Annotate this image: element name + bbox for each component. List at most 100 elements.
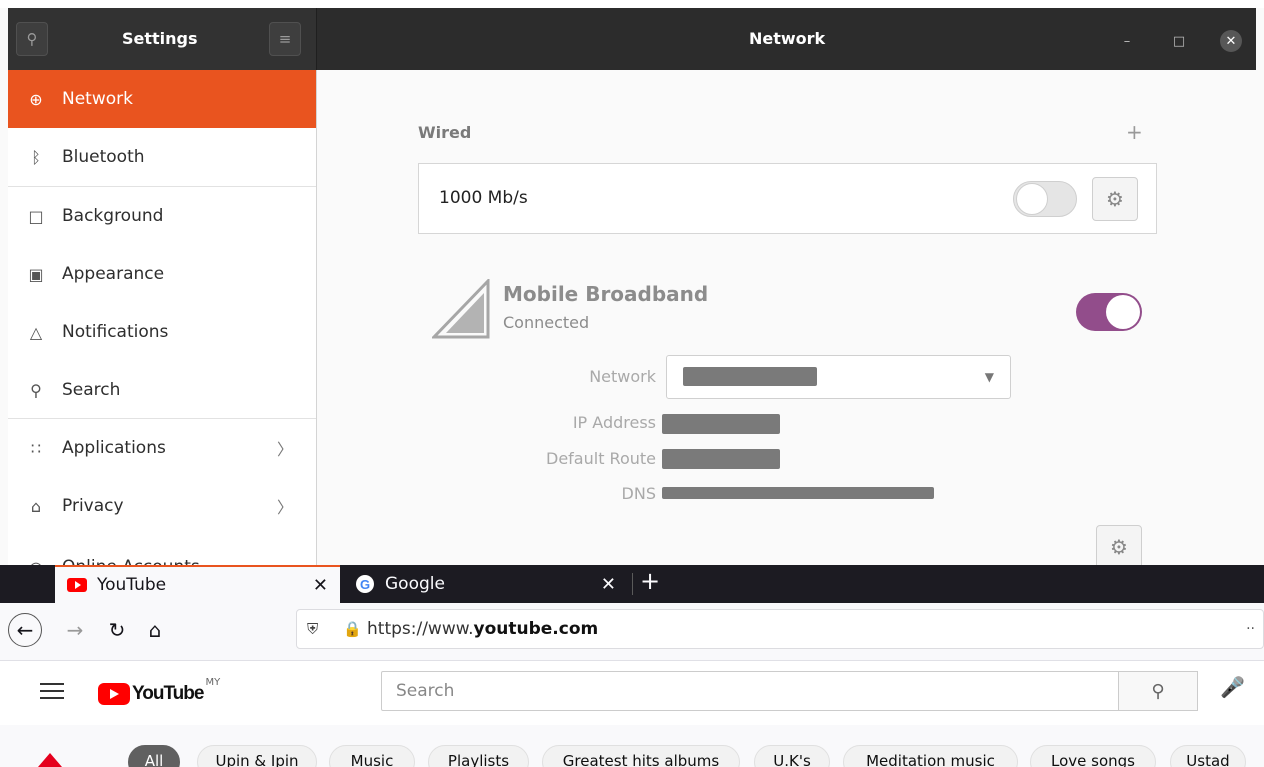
- sidebar-item-label: Search: [62, 380, 121, 400]
- settings-titlebar: ⚲ Settings ≡ Network – □ ✕: [8, 8, 1256, 70]
- sidebar-item-network[interactable]: ⊕ Network: [8, 70, 316, 128]
- youtube-logo[interactable]: YouTube MY: [98, 677, 220, 705]
- chip-all[interactable]: All: [128, 745, 180, 767]
- hamburger-menu-icon[interactable]: [40, 683, 64, 701]
- apps-grid-icon: ∷: [30, 438, 42, 458]
- chevron-right-icon: 〉: [276, 498, 293, 517]
- sidebar-item-label: Bluetooth: [62, 147, 145, 167]
- tab-youtube[interactable]: YouTube ✕: [55, 565, 340, 603]
- minimize-icon: –: [1123, 33, 1131, 49]
- navigation-toolbar: ← → ↻ ⌂ ⛨ 🔒 https://www.youtube.com ··: [0, 603, 1264, 661]
- add-connection-button[interactable]: +: [1126, 120, 1143, 144]
- search-icon: ⚲: [1151, 680, 1165, 702]
- search-icon: ⚲: [26, 30, 38, 48]
- chip-bar: All Upin & Ipin Music Playlists Greatest…: [0, 737, 1264, 767]
- sidebar-item-privacy[interactable]: ⌂ Privacy 〉: [8, 477, 316, 535]
- url-text: https://www.youtube.com: [367, 619, 598, 639]
- arrow-left-icon: ←: [16, 618, 34, 642]
- chip-upin-ipin[interactable]: Upin & Ipin: [197, 745, 317, 767]
- mobile-broadband-title: Mobile Broadband: [503, 282, 709, 306]
- dns-label: DNS: [621, 484, 656, 503]
- network-select[interactable]: ▼: [666, 355, 1011, 399]
- sidebar-item-label: Appearance: [62, 264, 165, 284]
- more-icon[interactable]: ··: [1246, 621, 1255, 637]
- sidebar-item-appearance[interactable]: ▣ Appearance: [8, 245, 316, 303]
- search-input[interactable]: Search: [381, 671, 1119, 711]
- back-button[interactable]: ←: [8, 613, 42, 647]
- redacted-ip: [662, 414, 780, 434]
- appearance-icon: ▣: [28, 264, 44, 284]
- close-button[interactable]: ✕: [1220, 30, 1242, 52]
- chip-ustad[interactable]: Ustad: [1170, 745, 1246, 767]
- minimize-button[interactable]: –: [1116, 30, 1138, 52]
- home-button[interactable]: ⌂: [140, 613, 170, 647]
- dropdown-arrow-icon: ▼: [984, 370, 994, 384]
- forward-button[interactable]: →: [60, 613, 90, 647]
- url-domain: youtube.com: [473, 619, 599, 639]
- sidebar-item-label: Privacy: [62, 496, 124, 516]
- sidebar-item-notifications[interactable]: △ Notifications: [8, 303, 316, 361]
- maximize-icon: □: [1172, 33, 1186, 49]
- sidebar-item-label: Network: [62, 89, 133, 109]
- network-panel: Wired + 1000 Mb/s ⚙ Mobile Broadband Con…: [318, 70, 1256, 569]
- mobile-settings-button[interactable]: ⚙: [1096, 525, 1142, 569]
- hamburger-menu-icon: ≡: [278, 30, 292, 48]
- sidebar-item-online-accounts[interactable]: ○ Online Accounts: [8, 538, 316, 566]
- wired-section-label: Wired: [418, 123, 472, 142]
- sidebar-item-label: Applications: [62, 438, 166, 458]
- page-title: Network: [749, 29, 826, 48]
- wired-toggle[interactable]: [1013, 181, 1077, 217]
- arrow-right-icon: →: [66, 618, 84, 642]
- lock-icon: ⌂: [30, 496, 42, 516]
- mobile-broadband-status: Connected: [503, 313, 590, 332]
- search-icon: ⚲: [30, 380, 42, 400]
- google-favicon: G: [355, 575, 375, 593]
- top-band: [0, 0, 1264, 8]
- url-bar[interactable]: ⛨ 🔒 https://www.youtube.com ··: [296, 609, 1264, 649]
- sidebar-item-search[interactable]: ⚲ Search: [8, 361, 316, 419]
- wired-settings-button[interactable]: ⚙: [1092, 177, 1138, 221]
- chip-music[interactable]: Music: [329, 745, 415, 767]
- globe-icon: ⊕: [29, 89, 43, 109]
- search-button[interactable]: ⚲: [16, 22, 48, 56]
- redacted-dns: [662, 487, 934, 499]
- url-prefix: https://www.: [367, 619, 474, 639]
- close-tab-icon[interactable]: ✕: [601, 574, 616, 595]
- reload-button[interactable]: ↻: [102, 613, 132, 647]
- firefox-window: YouTube ✕ G Google ✕ + ← → ↻ ⌂ ⛨ 🔒 https…: [0, 565, 1264, 767]
- chip-playlists[interactable]: Playlists: [428, 745, 529, 767]
- accounts-icon: ○: [26, 558, 46, 566]
- new-tab-button[interactable]: +: [640, 567, 660, 595]
- search-button[interactable]: ⚲: [1118, 671, 1198, 711]
- maximize-button[interactable]: □: [1168, 30, 1190, 52]
- chip-greatest-hits[interactable]: Greatest hits albums: [542, 745, 740, 767]
- default-route-label: Default Route: [546, 449, 656, 468]
- wired-connection-row: 1000 Mb/s ⚙: [418, 163, 1157, 234]
- wired-speed: 1000 Mb/s: [439, 188, 528, 208]
- search-placeholder: Search: [396, 681, 455, 701]
- sidebar-item-background[interactable]: □ Background: [8, 187, 316, 245]
- shield-icon: ⛨: [307, 620, 319, 638]
- sidebar-item-bluetooth[interactable]: ᛒ Bluetooth: [8, 128, 316, 186]
- chip-meditation[interactable]: Meditation music: [843, 745, 1018, 767]
- sidebar-item-label: Background: [62, 206, 164, 226]
- mobile-broadband-toggle[interactable]: [1076, 293, 1142, 331]
- network-field-label: Network: [589, 367, 656, 386]
- youtube-header: YouTube MY Search ⚲ 🎤: [0, 661, 1264, 725]
- close-tab-icon[interactable]: ✕: [313, 575, 328, 596]
- sidebar-item-applications[interactable]: ∷ Applications 〉: [8, 419, 316, 477]
- chip-uks[interactable]: U.K's: [754, 745, 830, 767]
- toggle-knob: [1016, 183, 1048, 215]
- youtube-play-icon: [98, 683, 130, 705]
- menu-button[interactable]: ≡: [269, 22, 301, 56]
- youtube-favicon: [67, 577, 87, 593]
- gear-icon: ⚙: [1106, 187, 1124, 211]
- svg-text:G: G: [360, 577, 370, 592]
- country-code: MY: [205, 677, 221, 688]
- plus-icon: +: [1126, 120, 1143, 144]
- bluetooth-icon: ᛒ: [31, 147, 41, 167]
- chip-love-songs[interactable]: Love songs: [1030, 745, 1156, 767]
- bell-icon: △: [29, 322, 43, 342]
- tab-google[interactable]: G Google ✕: [343, 565, 628, 603]
- microphone-icon[interactable]: 🎤: [1220, 675, 1245, 699]
